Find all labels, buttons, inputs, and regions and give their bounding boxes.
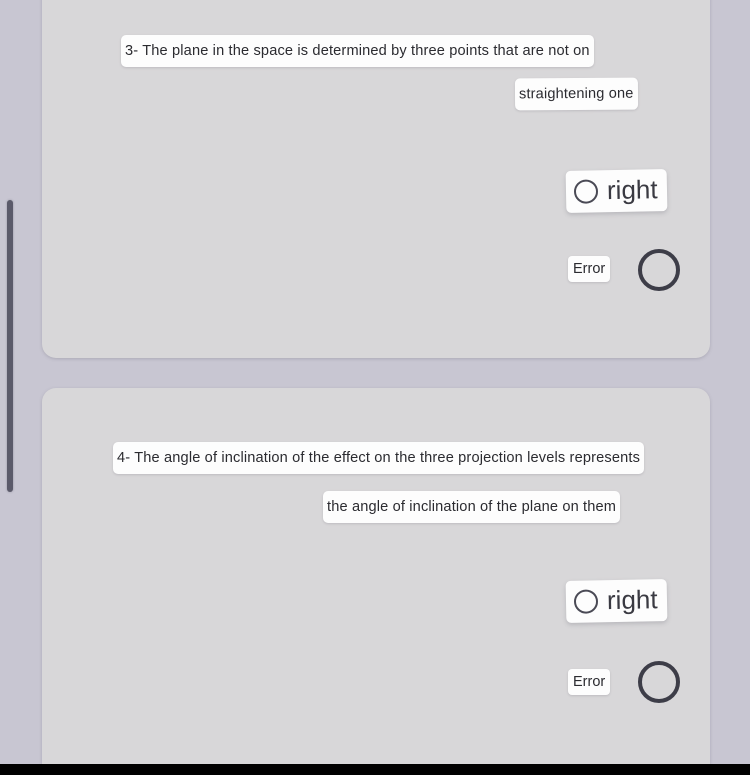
question-3-option-error-radio[interactable] xyxy=(638,249,680,291)
scrollbar-thumb[interactable] xyxy=(7,200,13,492)
screen-root: 3- The plane in the space is determined … xyxy=(0,0,750,775)
question-4-option-right[interactable]: right xyxy=(565,579,667,623)
question-4-text-line-1: 4- The angle of inclination of the effec… xyxy=(113,442,645,474)
question-card-3[interactable]: 3- The plane in the space is determined … xyxy=(42,0,710,358)
question-3-text-line-2: straightening one xyxy=(514,77,638,111)
radio-unselected-icon[interactable] xyxy=(573,179,599,204)
question-3-option-error-label[interactable]: Error xyxy=(568,256,611,282)
right-gutter xyxy=(716,0,750,764)
question-card-4[interactable]: 4- The angle of inclination of the effec… xyxy=(42,388,710,764)
bottom-bar xyxy=(0,764,750,775)
scrollbar-track[interactable] xyxy=(0,0,26,764)
question-3-option-right[interactable]: right xyxy=(565,169,667,213)
question-4-text-line-2: the angle of inclination of the plane on… xyxy=(323,491,621,523)
question-list: 3- The plane in the space is determined … xyxy=(26,0,716,764)
question-4-option-error-label[interactable]: Error xyxy=(568,669,611,695)
question-3-option-right-label: right xyxy=(606,173,658,205)
question-4-option-error-radio[interactable] xyxy=(638,661,680,703)
question-3-text-line-1: 3- The plane in the space is determined … xyxy=(121,35,594,67)
question-4-option-right-label: right xyxy=(606,583,658,615)
radio-unselected-icon[interactable] xyxy=(573,589,599,614)
